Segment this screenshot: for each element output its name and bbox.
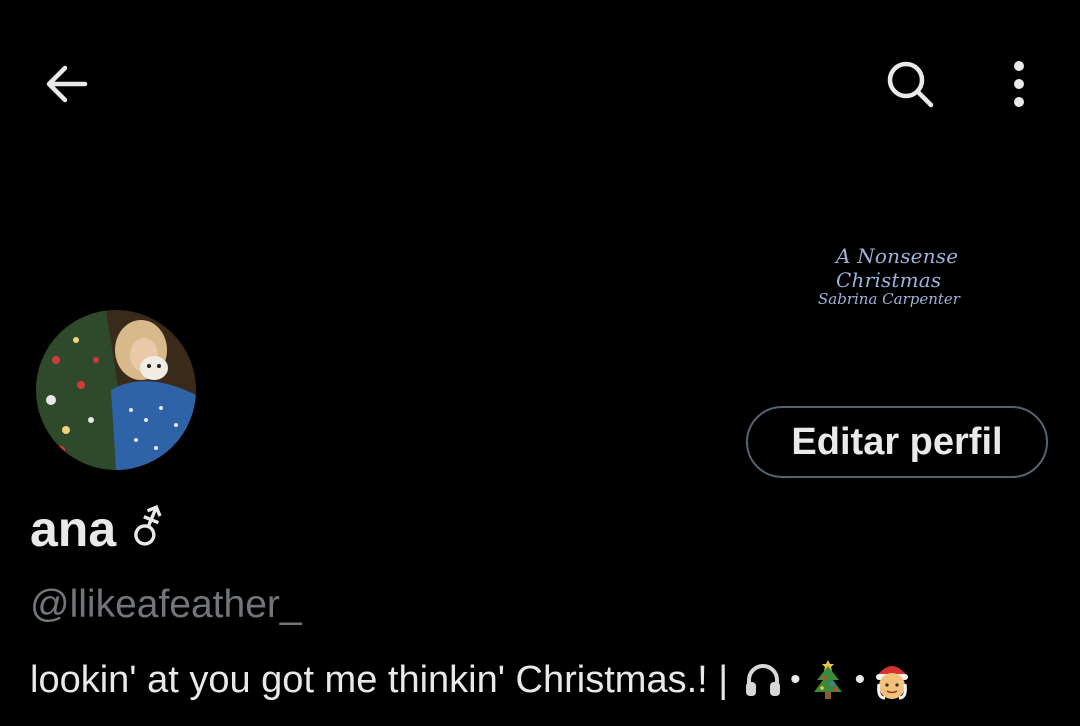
- display-name: ana: [30, 501, 117, 557]
- christmas-tree-icon: [807, 658, 849, 702]
- more-vertical-icon: [1014, 61, 1024, 107]
- avatar-image: [36, 310, 196, 470]
- banner-caption: A Nonsense Christmas Sabrina Carpenter: [810, 244, 1050, 308]
- bio-separator: •: [790, 663, 801, 696]
- bio-separator: •: [854, 663, 866, 696]
- profile-header-bar: [0, 0, 1080, 165]
- username-handle: @llikeafeather_: [30, 583, 302, 626]
- search-button[interactable]: [880, 54, 940, 114]
- search-icon: [887, 61, 934, 108]
- headphones-icon: [742, 658, 784, 702]
- banner-subtitle: Sabrina Carpenter: [818, 290, 960, 308]
- gender-symbol-icon: ⚦: [128, 502, 167, 556]
- avatar[interactable]: [33, 307, 199, 473]
- mrs-claus-icon: [871, 658, 913, 702]
- edit-profile-button[interactable]: Editar perfil: [746, 406, 1048, 478]
- display-name-row: ana ⚦: [30, 504, 167, 554]
- bio-text: lookin' at you got me thinkin' Christmas…: [30, 658, 729, 701]
- arrow-left-icon: [46, 65, 88, 103]
- back-button[interactable]: [36, 56, 96, 112]
- profile-bio: lookin' at you got me thinkin' Christmas…: [30, 658, 915, 702]
- more-options-button[interactable]: [992, 54, 1046, 114]
- banner-title: A Nonsense Christmas: [836, 244, 959, 292]
